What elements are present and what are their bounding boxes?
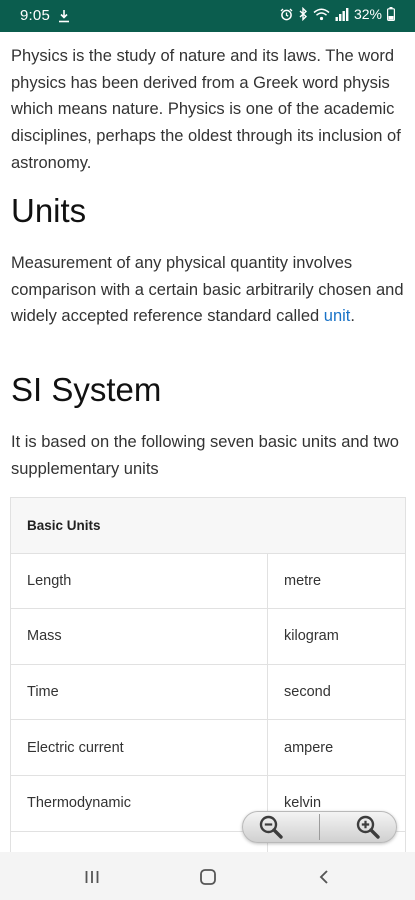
quantity-cell: Length [10, 552, 268, 610]
unit-cell: kilogram [267, 608, 406, 665]
quantity-cell [10, 830, 268, 852]
unit-cell: metre [267, 552, 406, 610]
table-header-row: Basic Units [10, 497, 406, 554]
zoom-out-icon [259, 815, 283, 839]
recent-apps-button[interactable] [77, 864, 107, 890]
zoom-divider [319, 814, 320, 840]
status-time: 9:05 [20, 7, 50, 24]
table-row: Mass kilogram [10, 608, 406, 665]
quantity-cell: Electric current [10, 719, 268, 776]
unit-cell: second [267, 663, 406, 721]
units-paragraph: Measurement of any physical quantity inv… [11, 250, 407, 330]
zoom-in-icon [356, 815, 380, 839]
back-icon [319, 870, 328, 884]
wifi-icon [313, 8, 330, 20]
zoom-out-button[interactable] [243, 812, 299, 842]
si-system-heading: SI System [11, 371, 162, 408]
zoom-in-button[interactable] [340, 812, 396, 842]
units-heading: Units [11, 192, 87, 229]
alarm-icon [280, 8, 293, 20]
home-button[interactable] [193, 864, 223, 890]
back-button[interactable] [309, 864, 339, 890]
home-icon [200, 869, 216, 885]
table-header: Basic Units [10, 497, 406, 554]
quantity-cell: Time [10, 663, 268, 721]
quantity-cell: Mass [10, 608, 268, 665]
table-row: Time second [10, 663, 406, 721]
navigation-bar [0, 852, 415, 900]
units-period: . [350, 307, 355, 326]
si-paragraph: It is based on the following seven basic… [11, 433, 399, 478]
intro-paragraph: Physics is the study of nature and its l… [11, 47, 401, 172]
status-bar: 9:05 32% [0, 0, 415, 32]
table-row: Length metre [10, 552, 406, 610]
quantity-cell: Thermodynamic [10, 774, 268, 832]
unit-link[interactable]: unit [324, 307, 351, 325]
zoom-controls [242, 811, 397, 843]
basic-units-table: Basic Units Length metre Mass kilogram T… [10, 497, 406, 852]
bluetooth-icon [299, 7, 307, 21]
table-row: Electric current ampere [10, 719, 406, 776]
download-icon [59, 10, 69, 23]
recent-apps-icon [85, 871, 99, 883]
article-content[interactable]: Physics is the study of nature and its l… [0, 32, 415, 852]
status-icons: 32% [280, 6, 395, 22]
unit-cell: ampere [267, 719, 406, 776]
signal-icon [335, 7, 349, 21]
battery-icon [387, 7, 395, 21]
battery-percent: 32% [353, 6, 382, 22]
